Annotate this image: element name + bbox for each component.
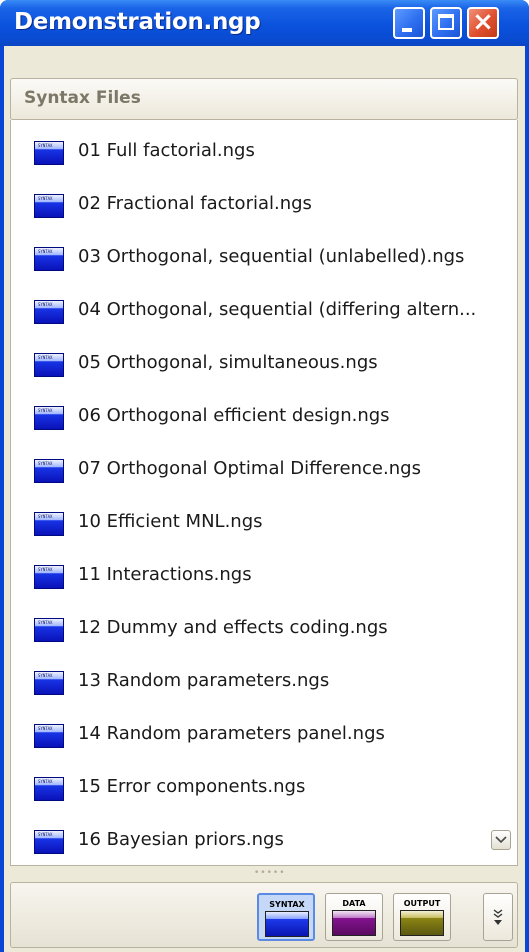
scroll-down-button[interactable] — [491, 830, 511, 850]
minimize-button[interactable] — [393, 7, 425, 39]
syntax-file-icon: SYNTAX — [34, 406, 64, 430]
list-item[interactable]: SYNTAX 11 Interactions.ngs — [11, 556, 511, 596]
file-name: 14 Random parameters panel.ngs — [78, 723, 385, 744]
close-button[interactable]: × — [467, 7, 499, 39]
syntax-files-header[interactable]: Syntax Files — [10, 78, 518, 120]
list-item[interactable]: SYNTAX 16 Bayesian priors.ngs — [11, 821, 511, 861]
output-view-label: OUTPUT — [403, 899, 441, 908]
list-item[interactable]: SYNTAX 15 Error components.ngs — [11, 768, 511, 808]
list-item[interactable]: SYNTAX 01 Full factorial.ngs — [11, 132, 511, 172]
file-name: 05 Orthogonal, simultaneous.ngs — [78, 352, 378, 373]
file-name: 01 Full factorial.ngs — [78, 140, 255, 161]
file-name: 16 Bayesian priors.ngs — [78, 829, 284, 850]
splitter-grip[interactable]: ••••• — [254, 869, 285, 878]
list-item[interactable]: SYNTAX 14 Random parameters panel.ngs — [11, 715, 511, 755]
syntax-file-icon: SYNTAX — [34, 353, 64, 377]
chevron-down-icon — [495, 836, 507, 844]
syntax-file-icon: SYNTAX — [34, 459, 64, 483]
output-icon — [400, 910, 444, 936]
syntax-file-icon: SYNTAX — [34, 194, 64, 218]
syntax-file-icon: SYNTAX — [34, 512, 64, 536]
syntax-file-icon: SYNTAX — [34, 671, 64, 695]
title-bar[interactable]: Demonstration.ngp × — [0, 0, 529, 46]
list-item[interactable]: SYNTAX 03 Orthogonal, sequential (unlabe… — [11, 238, 511, 278]
chevron-more-icon — [493, 909, 503, 925]
syntax-file-icon: SYNTAX — [34, 565, 64, 589]
list-item[interactable]: SYNTAX 07 Orthogonal Optimal Difference.… — [11, 450, 511, 490]
syntax-file-list: SYNTAX 01 Full factorial.ngs SYNTAX 02 F… — [10, 120, 518, 866]
file-name: 07 Orthogonal Optimal Difference.ngs — [78, 458, 421, 479]
list-item[interactable]: SYNTAX 05 Orthogonal, simultaneous.ngs — [11, 344, 511, 384]
syntax-file-icon: SYNTAX — [34, 724, 64, 748]
list-item[interactable]: SYNTAX 10 Efficient MNL.ngs — [11, 503, 511, 543]
syntax-file-icon: SYNTAX — [34, 618, 64, 642]
more-options-button[interactable] — [483, 893, 513, 941]
syntax-file-icon: SYNTAX — [34, 777, 64, 801]
list-item[interactable]: SYNTAX 02 Fractional factorial.ngs — [11, 185, 511, 225]
data-view-button[interactable]: DATA — [325, 893, 383, 941]
minimize-icon — [402, 28, 412, 32]
file-name: 15 Error components.ngs — [78, 776, 306, 797]
window-title: Demonstration.ngp — [14, 9, 261, 35]
list-item[interactable]: SYNTAX 12 Dummy and effects coding.ngs — [11, 609, 511, 649]
file-name: 06 Orthogonal efficient design.ngs — [78, 405, 390, 426]
file-name: 11 Interactions.ngs — [78, 564, 252, 585]
maximize-icon — [438, 14, 454, 30]
list-item[interactable]: SYNTAX 13 Random parameters.ngs — [11, 662, 511, 702]
file-name: 10 Efficient MNL.ngs — [78, 511, 263, 532]
list-item[interactable]: SYNTAX 06 Orthogonal efficient design.ng… — [11, 397, 511, 437]
syntax-file-icon: SYNTAX — [34, 247, 64, 271]
syntax-file-icon: SYNTAX — [34, 141, 64, 165]
app-window: Demonstration.ngp × Syntax Files SYNTAX … — [0, 0, 529, 952]
output-view-button[interactable]: OUTPUT — [393, 893, 451, 941]
close-icon: × — [472, 7, 494, 37]
syntax-view-label: SYNTAX — [269, 900, 305, 909]
syntax-file-icon: SYNTAX — [34, 300, 64, 324]
file-name: 02 Fractional factorial.ngs — [78, 193, 312, 214]
section-title: Syntax Files — [24, 88, 141, 108]
data-view-label: DATA — [342, 899, 366, 908]
view-toolbar: SYNTAX DATA OUTPUT — [10, 882, 518, 948]
file-name: 12 Dummy and effects coding.ngs — [78, 617, 388, 638]
maximize-button[interactable] — [430, 7, 462, 39]
data-icon — [332, 910, 376, 936]
syntax-view-button[interactable]: SYNTAX — [257, 893, 315, 941]
list-item[interactable]: SYNTAX 04 Orthogonal, sequential (differ… — [11, 291, 511, 331]
syntax-file-icon: SYNTAX — [34, 830, 64, 854]
file-name: 04 Orthogonal, sequential (differing alt… — [78, 299, 477, 320]
file-name: 13 Random parameters.ngs — [78, 670, 330, 691]
syntax-icon — [265, 911, 309, 937]
panel-body: Syntax Files SYNTAX 01 Full factorial.ng… — [4, 46, 525, 952]
file-name: 03 Orthogonal, sequential (unlabelled).n… — [78, 246, 465, 267]
